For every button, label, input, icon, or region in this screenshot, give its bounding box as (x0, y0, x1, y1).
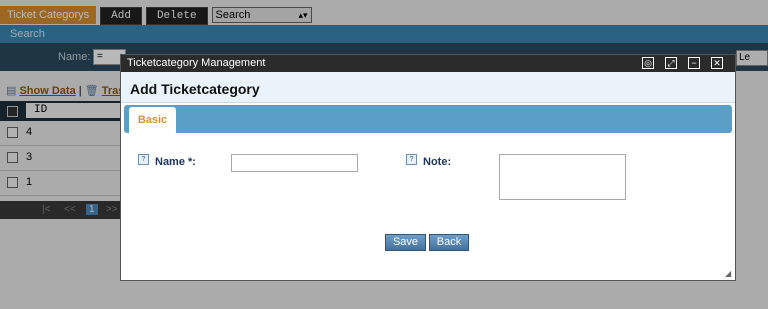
note-field[interactable] (499, 154, 626, 200)
resize-handle-icon[interactable]: ◢ (725, 270, 733, 278)
note-label: Note: (423, 156, 452, 168)
add-ticketcategory-dialog: Ticketcategory Management ◎ ⤢ − ✕ Add Ti… (120, 54, 736, 281)
dialog-tab-strip: Basic (124, 105, 732, 133)
maximize-icon[interactable]: ⤢ (665, 57, 677, 69)
dialog-header: Add Ticketcategory (121, 72, 735, 103)
back-button[interactable]: Back (429, 234, 469, 251)
close-icon[interactable]: ✕ (711, 57, 723, 69)
name-field[interactable] (231, 154, 358, 172)
help-icon[interactable]: ? (138, 154, 149, 165)
page-title: Add Ticketcategory (130, 81, 260, 97)
save-button[interactable]: Save (385, 234, 426, 251)
name-label: Name *: (155, 156, 196, 168)
tab-basic[interactable]: Basic (129, 107, 176, 133)
dialog-window-title: Ticketcategory Management (127, 57, 266, 69)
dialog-titlebar[interactable]: Ticketcategory Management ◎ ⤢ − ✕ (121, 55, 735, 72)
help-icon[interactable]: ? (406, 154, 417, 165)
minimize-icon[interactable]: − (688, 57, 700, 69)
settings-icon[interactable]: ◎ (642, 57, 654, 69)
